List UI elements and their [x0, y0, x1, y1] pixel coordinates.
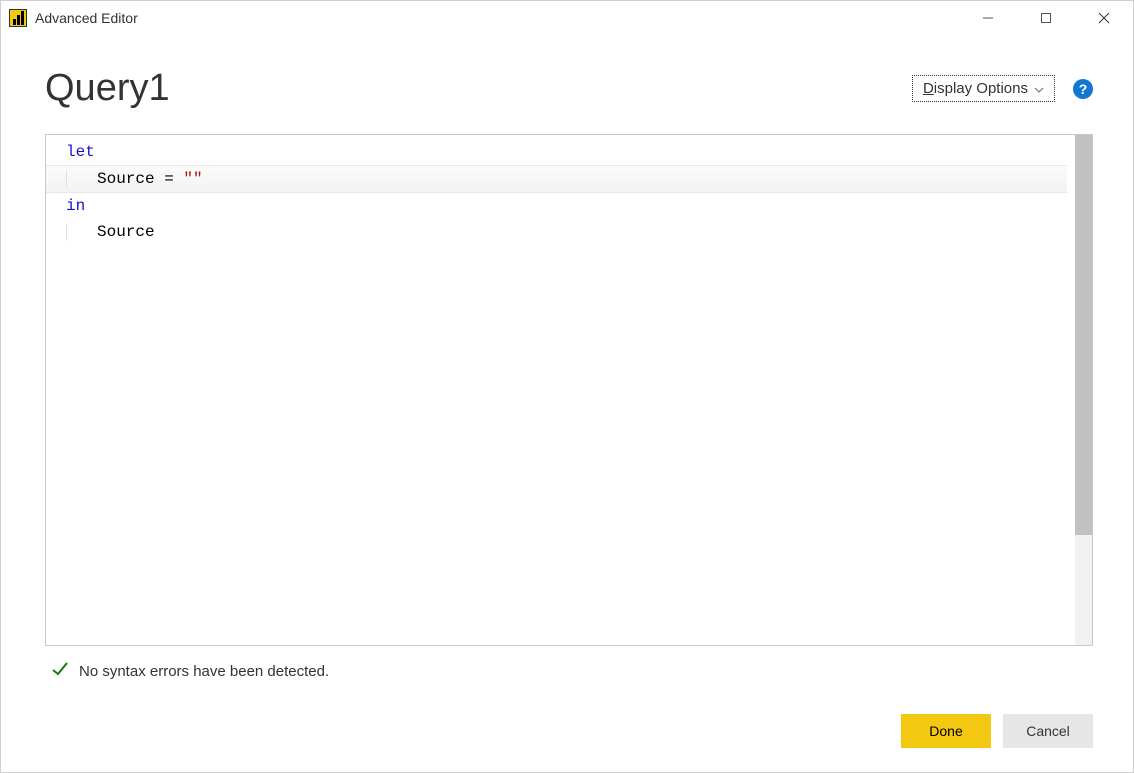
keyword-in: in [66, 197, 85, 215]
header-row: Query1 Display Options ? [45, 67, 1093, 110]
check-icon [51, 660, 69, 682]
button-row: Done Cancel [45, 690, 1093, 748]
maximize-button[interactable] [1017, 1, 1075, 35]
done-button[interactable]: Done [901, 714, 991, 748]
string-literal: "" [183, 170, 202, 188]
titlebar: Advanced Editor [1, 1, 1133, 35]
query-title: Query1 [45, 67, 170, 110]
current-line-highlight: Source = "" [46, 165, 1067, 193]
header-right: Display Options ? [912, 75, 1093, 102]
app-icon [9, 9, 27, 27]
display-options-label: Display Options [923, 80, 1028, 97]
status-message: No syntax errors have been detected. [79, 663, 329, 680]
minimize-button[interactable] [959, 1, 1017, 35]
scrollbar-thumb[interactable] [1075, 135, 1092, 535]
dialog-content: Query1 Display Options ? let Source = ""… [1, 35, 1133, 772]
help-icon[interactable]: ? [1073, 79, 1093, 99]
status-bar: No syntax errors have been detected. [45, 646, 1093, 690]
chevron-down-icon [1034, 80, 1044, 97]
code-editor[interactable]: let Source = "" in Source [46, 135, 1075, 645]
code-text: Source [97, 223, 155, 241]
cancel-button[interactable]: Cancel [1003, 714, 1093, 748]
close-button[interactable] [1075, 1, 1133, 35]
window-controls [959, 1, 1133, 35]
vertical-scrollbar[interactable] [1075, 135, 1092, 645]
code-editor-container: let Source = "" in Source [45, 134, 1093, 646]
code-text: Source = [97, 170, 183, 188]
keyword-let: let [66, 143, 95, 161]
window-title: Advanced Editor [35, 10, 959, 26]
display-options-dropdown[interactable]: Display Options [912, 75, 1055, 102]
